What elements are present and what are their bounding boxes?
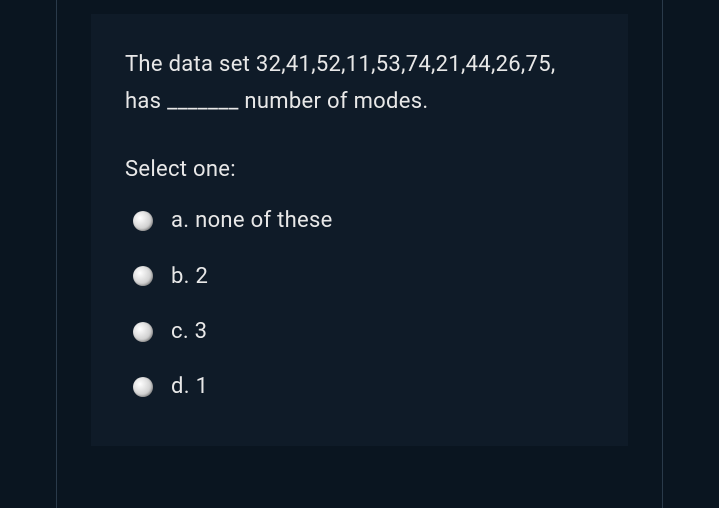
question-card: The data set 32,41,52,11,53,74,21,44,26,… bbox=[91, 14, 628, 446]
option-label: b. 2 bbox=[171, 258, 208, 295]
option-label: d. 1 bbox=[171, 368, 208, 405]
option-d[interactable]: d. 1 bbox=[133, 368, 594, 405]
option-label: c. 3 bbox=[171, 313, 207, 350]
select-one-label: Select one: bbox=[125, 151, 594, 188]
question-panel: The data set 32,41,52,11,53,74,21,44,26,… bbox=[56, 0, 663, 508]
radio-icon bbox=[133, 322, 153, 342]
radio-icon bbox=[133, 377, 153, 397]
option-label: a. none of these bbox=[171, 202, 333, 239]
option-c[interactable]: c. 3 bbox=[133, 313, 594, 350]
radio-icon bbox=[133, 211, 153, 231]
question-text: The data set 32,41,52,11,53,74,21,44,26,… bbox=[125, 46, 594, 121]
options-group: a. none of these b. 2 c. 3 d. 1 bbox=[125, 202, 594, 406]
option-b[interactable]: b. 2 bbox=[133, 258, 594, 295]
radio-icon bbox=[133, 266, 153, 286]
option-a[interactable]: a. none of these bbox=[133, 202, 594, 239]
